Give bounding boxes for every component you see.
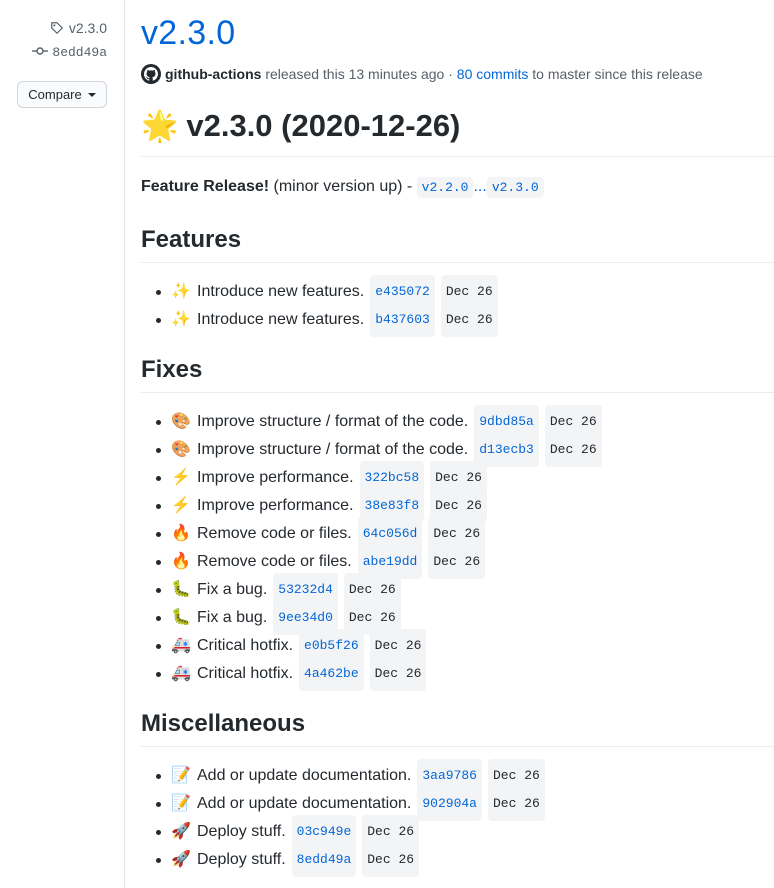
list-item: 🐛 Fix a bug. 53232d4 Dec 26	[156, 573, 602, 607]
release-lead: Feature Release! (minor version up) - v2…	[141, 177, 544, 198]
section-title-misc: Miscellaneous	[141, 710, 774, 747]
release-meta: github-actions released this 13 minutes …	[141, 64, 703, 84]
list-item: ⚡ Improve performance. 322bc58 Dec 26	[156, 461, 602, 495]
change-text: Fix a bug.	[197, 609, 268, 626]
list-item: ✨ Introduce new features. e435072 Dec 26	[156, 275, 498, 309]
commits-tail: to master since this release	[532, 66, 703, 82]
list-item: 🐛 Fix a bug. 9ee34d0 Dec 26	[156, 601, 602, 635]
change-emoji-icon: 🐛	[171, 581, 191, 598]
change-emoji-icon: 📝	[171, 767, 191, 784]
commit-sha-link[interactable]: 4a462be	[299, 657, 364, 691]
change-text: Remove code or files.	[197, 525, 352, 542]
list-item: ✨ Introduce new features. b437603 Dec 26	[156, 303, 498, 337]
commit-sha-link[interactable]: b437603	[370, 303, 435, 337]
change-emoji-icon: 🎨	[171, 441, 191, 458]
change-text: Improve structure / format of the code.	[197, 413, 469, 430]
change-text: Add or update documentation.	[197, 795, 412, 812]
from-version-link[interactable]: v2.2.0	[416, 177, 474, 198]
to-version-link[interactable]: v2.3.0	[486, 177, 544, 198]
change-emoji-icon: 🚀	[171, 823, 191, 840]
change-text: Remove code or files.	[197, 553, 352, 570]
change-text: Deploy stuff.	[197, 851, 286, 868]
release-title[interactable]: v2.3.0	[141, 14, 235, 53]
commit-date: Dec 26	[440, 303, 498, 337]
change-emoji-icon: 🔥	[171, 553, 191, 570]
change-emoji-icon: ✨	[171, 283, 191, 300]
commit-icon	[32, 45, 49, 60]
list-item: 📝 Add or update documentation. 3aa9786 Dec …	[156, 759, 545, 793]
change-emoji-icon: ✨	[171, 311, 191, 328]
list-item: ⚡ Improve performance. 38e83f8 Dec 26	[156, 489, 602, 523]
list-item: 🚑 Critical hotfix. 4a462be Dec 26	[156, 657, 602, 691]
list-item: 🚀 Deploy stuff. 03c949e Dec 26	[156, 815, 545, 849]
change-text: Deploy stuff.	[197, 823, 286, 840]
change-emoji-icon: ⚡	[171, 497, 191, 514]
range-separator: ...	[473, 178, 487, 195]
commits-link[interactable]: 80 commits	[457, 66, 529, 82]
list-item: 🚀 Deploy stuff. 8edd49a Dec 26	[156, 843, 545, 877]
change-text: Critical hotfix.	[197, 665, 294, 682]
change-emoji-icon: 🚑	[171, 665, 191, 682]
misc-list: 📝 Add or update documentation. 3aa9786 Dec …	[141, 759, 545, 877]
list-item: 🎨 Improve structure / format of the code.…	[156, 405, 602, 439]
change-emoji-icon: 🐛	[171, 609, 191, 626]
release-sidebar: v2.3.0 8edd49a Compare	[0, 0, 125, 888]
tag-label: v2.3.0	[68, 20, 107, 36]
commit-date: Dec 26	[487, 787, 545, 821]
commit-date: Dec 26	[362, 843, 420, 877]
change-emoji-icon: 🎨	[171, 413, 191, 430]
change-text: Critical hotfix.	[197, 637, 294, 654]
change-text: Improve structure / format of the code.	[197, 441, 469, 458]
compare-button[interactable]: Compare	[17, 81, 107, 108]
tag-link[interactable]: v2.3.0	[50, 20, 107, 36]
change-text: Introduce new features.	[197, 283, 365, 300]
release-heading-text: v2.3.0 (2020-12-26)	[186, 108, 461, 143]
fixes-list: 🎨 Improve structure / format of the code.…	[141, 405, 602, 691]
features-list: ✨ Introduce new features. e435072 Dec 26 ✨ In…	[141, 275, 498, 337]
lead-text: (minor version up) -	[273, 178, 413, 195]
list-item: 📝 Add or update documentation. 902904a Dec …	[156, 787, 545, 821]
commit-date: Dec 26	[428, 545, 486, 579]
change-text: Fix a bug.	[197, 581, 268, 598]
star-icon: 🌟	[141, 109, 179, 143]
change-emoji-icon: ⚡	[171, 469, 191, 486]
commit-link[interactable]: 8edd49a	[32, 45, 107, 60]
change-emoji-icon: 📝	[171, 795, 191, 812]
section-title-fixes: Fixes	[141, 356, 774, 393]
list-item: 🔥 Remove code or files. abe19dd Dec 26	[156, 545, 602, 579]
change-text: Improve performance.	[197, 469, 354, 486]
change-emoji-icon: 🔥	[171, 525, 191, 542]
change-emoji-icon: 🚀	[171, 851, 191, 868]
released-text: released this 13 minutes ago ·	[265, 66, 453, 82]
caret-down-icon	[87, 92, 96, 97]
commit-date: Dec 26	[369, 657, 427, 691]
list-item: 🎨 Improve structure / format of the code.…	[156, 433, 602, 467]
release-heading: 🌟 v2.3.0 (2020-12-26)	[141, 108, 774, 157]
author-link[interactable]: github-actions	[165, 66, 261, 82]
change-emoji-icon: 🚑	[171, 637, 191, 654]
change-text: Introduce new features.	[197, 311, 365, 328]
commit-sha-link[interactable]: 902904a	[417, 787, 482, 821]
compare-label: Compare	[28, 87, 82, 102]
list-item: 🔥 Remove code or files. 64c056d Dec 26	[156, 517, 602, 551]
github-icon	[144, 67, 158, 81]
tag-icon	[50, 21, 64, 35]
section-title-features: Features	[141, 226, 774, 263]
change-text: Improve performance.	[197, 497, 354, 514]
commit-sha: 8edd49a	[52, 45, 107, 60]
list-item: 🚑 Critical hotfix. e0b5f26 Dec 26	[156, 629, 602, 663]
change-text: Add or update documentation.	[197, 767, 412, 784]
avatar[interactable]	[141, 64, 161, 84]
commit-sha-link[interactable]: 8edd49a	[291, 843, 357, 877]
commit-date: Dec 26	[544, 433, 602, 467]
lead-bold: Feature Release!	[141, 178, 270, 195]
